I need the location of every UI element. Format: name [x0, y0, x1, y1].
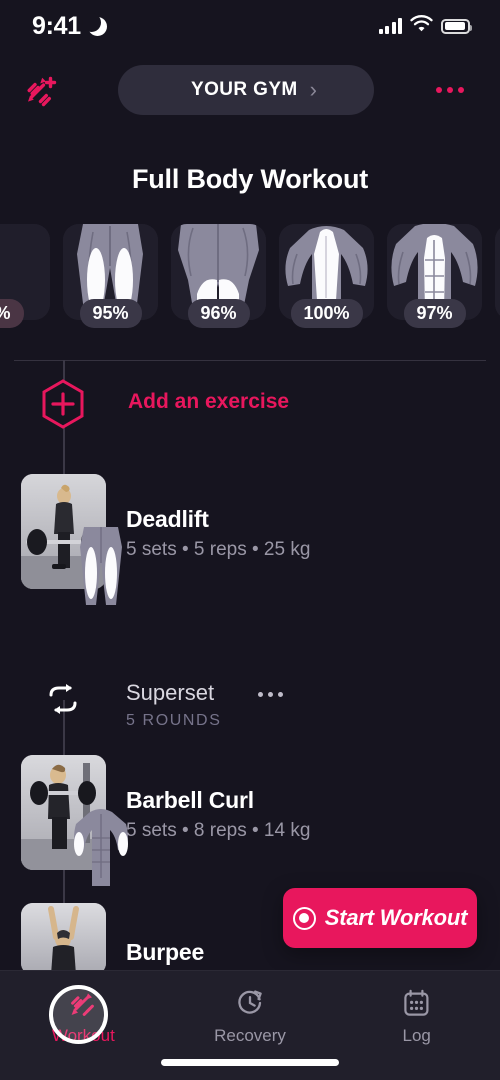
add-exercise-label[interactable]: Add an exercise [128, 390, 289, 414]
muscle-card-quads[interactable]: 95% [63, 224, 158, 328]
exercise-row-deadlift[interactable]: Deadlift 5 sets • 5 reps • 25 kg [0, 474, 500, 605]
deadlift-thumbnail[interactable] [21, 474, 122, 605]
tab-label: Log [402, 1026, 431, 1045]
battery-icon [441, 18, 472, 34]
moon-icon [81, 12, 107, 36]
muscle-card-abs[interactable]: 97% [387, 224, 482, 328]
home-indicator [161, 1059, 339, 1066]
superset-rounds: 5 ROUNDS [126, 712, 222, 729]
superset-header[interactable]: Superset 5 ROUNDS [0, 680, 500, 740]
muscle-card-percent: 100% [290, 299, 363, 328]
exercise-name: Burpee [126, 939, 205, 965]
tab-workout[interactable]: Workout [0, 971, 167, 1053]
bottom-tab-bar: Workout Recovery Log [0, 970, 500, 1080]
barbell-curl-muscle-overlay [70, 808, 132, 886]
exercise-name: Deadlift [126, 506, 209, 532]
tab-recovery[interactable]: Recovery [167, 971, 334, 1053]
start-workout-label: Start Workout [324, 905, 468, 930]
muscle-card-image [495, 224, 500, 320]
muscle-card-percent: 95% [79, 299, 142, 328]
hexagon-plus-icon[interactable] [39, 378, 87, 430]
cellular-signal-icon [378, 18, 402, 34]
status-bar-right [378, 15, 472, 37]
deadlift-muscle-overlay [70, 525, 132, 605]
superset-more-icon[interactable] [258, 692, 283, 697]
exercise-meta: 5 sets • 5 reps • 25 kg [126, 539, 311, 560]
dumbbell-icon [68, 988, 98, 1018]
status-bar-time: 9:41 [32, 11, 81, 40]
dumbbell-plus-icon[interactable] [16, 64, 68, 116]
gym-selector-label: YOUR GYM [191, 79, 298, 100]
app-header: YOUR GYM › [0, 54, 500, 126]
exercise-meta: 5 sets • 8 reps • 14 kg [126, 820, 311, 841]
gym-selector-button[interactable]: YOUR GYM › [118, 65, 374, 115]
exercise-photo [21, 903, 106, 975]
app-root: 9:41 YOUR GYM › Full Body Workout 95% 96… [0, 0, 500, 1080]
muscle-card-percent: % [0, 299, 24, 328]
wifi-icon [410, 15, 433, 37]
more-options-dots [436, 87, 464, 93]
add-exercise-row[interactable]: Add an exercise [0, 378, 500, 430]
tab-log[interactable]: Log [333, 971, 500, 1053]
muscle-card-glutes[interactable]: 96% [171, 224, 266, 328]
repeat-icon [46, 684, 80, 714]
muscle-card-partial-right[interactable] [495, 224, 500, 320]
tab-label: Workout [51, 1026, 115, 1045]
superset-title: Superset [126, 680, 215, 705]
burpee-thumbnail[interactable] [21, 903, 106, 975]
muscle-card-percent: 97% [403, 299, 466, 328]
more-options-icon[interactable] [424, 64, 476, 116]
record-icon [292, 906, 316, 930]
tab-list: Workout Recovery Log [0, 971, 500, 1053]
muscle-coverage-strip[interactable]: % 95% [0, 224, 500, 328]
exercise-name: Barbell Curl [126, 787, 254, 813]
muscle-card-percent: 96% [187, 299, 250, 328]
exercise-row-barbell-curl[interactable]: Barbell Curl 5 sets • 8 reps • 14 kg [0, 755, 500, 886]
status-bar: 9:41 [0, 0, 500, 52]
page-title: Full Body Workout [131, 164, 369, 194]
chevron-right-icon: › [309, 77, 317, 102]
barbell-curl-thumbnail[interactable] [21, 755, 128, 886]
calendar-icon [402, 988, 432, 1018]
muscle-card-back[interactable]: 100% [279, 224, 374, 328]
status-bar-left: 9:41 [32, 12, 107, 41]
section-divider [14, 360, 486, 361]
tab-label: Recovery [214, 1026, 286, 1045]
muscle-card-partial-left[interactable]: % [0, 224, 50, 328]
clock-refresh-icon [235, 988, 265, 1018]
start-workout-button[interactable]: Start Workout [283, 888, 477, 948]
